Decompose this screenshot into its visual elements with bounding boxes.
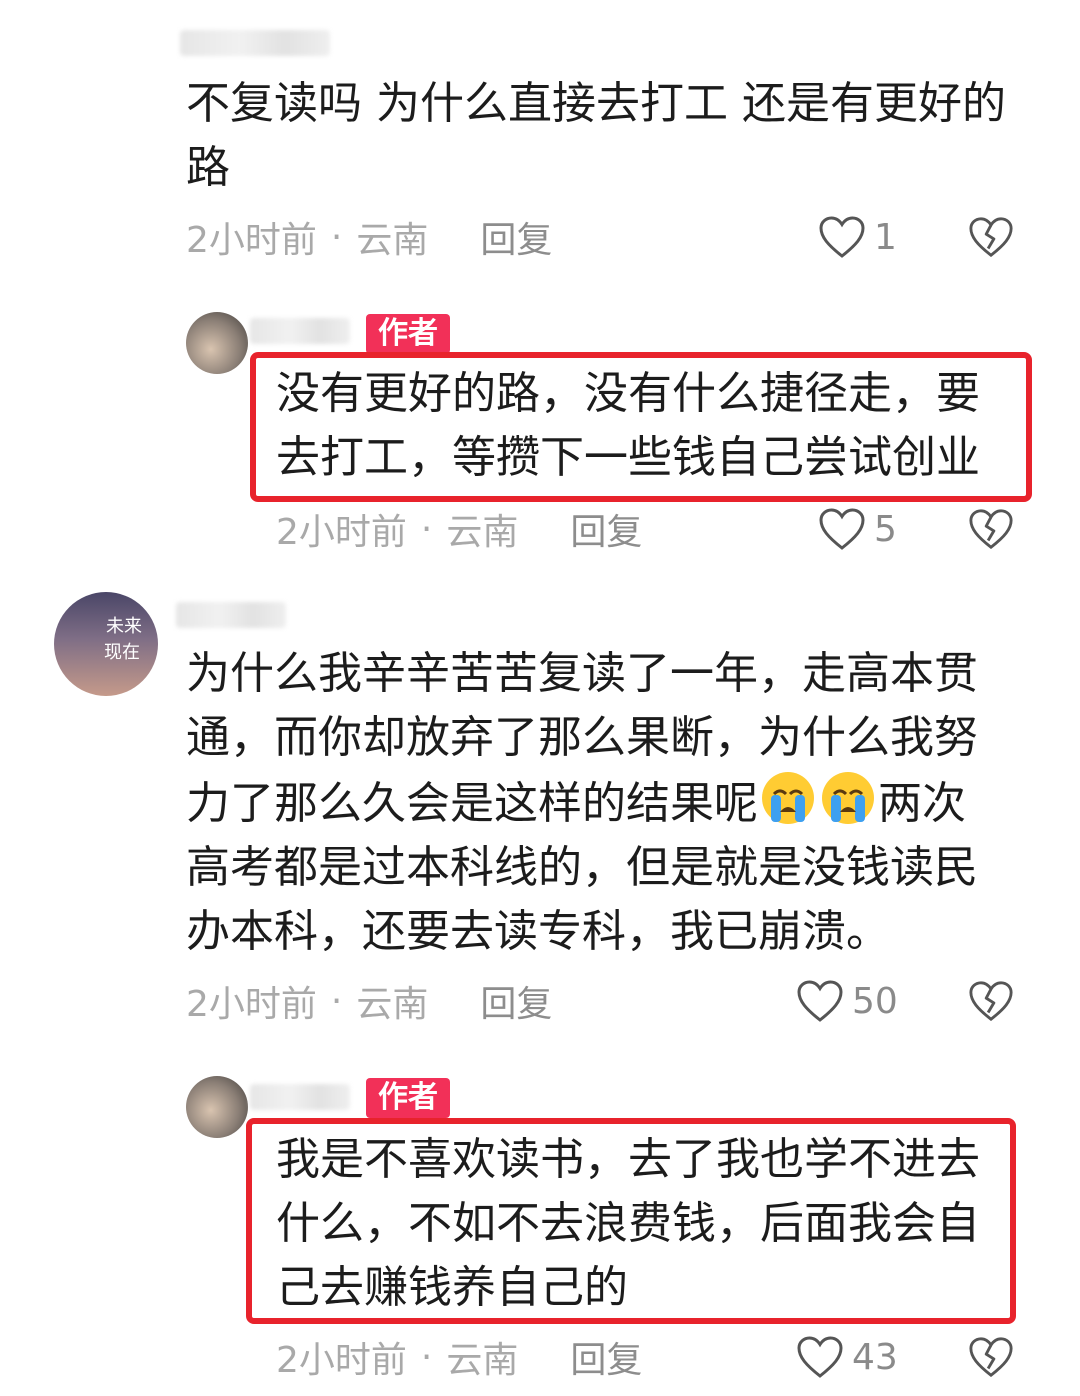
comment-meta: 2小时前 · 云南 回复 (276, 1332, 642, 1382)
heart-icon (819, 508, 865, 550)
avatar[interactable] (186, 312, 248, 374)
reply-button[interactable]: 回复 (570, 503, 642, 555)
like-button[interactable]: 43 (796, 1332, 898, 1382)
broken-heart-icon[interactable] (968, 214, 1014, 260)
username-blurred[interactable] (176, 602, 286, 628)
comment-location: 云南 (356, 984, 429, 1025)
author-badge: 作者 (366, 314, 450, 354)
heart-icon (819, 216, 865, 258)
username-blurred[interactable] (250, 318, 350, 344)
comment-text: 我是不喜欢读书，去了我也学不进去什么，不如不去浪费钱，后面我会自己去赚钱养自己的 (276, 1134, 980, 1313)
username-blurred[interactable] (250, 1084, 350, 1110)
meta-separator: · (330, 980, 343, 1022)
crying-face-icon (762, 772, 814, 824)
comment-location: 云南 (446, 512, 519, 553)
like-count: 50 (852, 980, 898, 1022)
like-count: 43 (852, 1336, 898, 1378)
comment-meta: 2小时前 · 云南 回复 (186, 212, 552, 262)
reply-button[interactable]: 回复 (480, 975, 552, 1027)
like-count: 1 (874, 216, 897, 258)
like-count: 5 (874, 508, 897, 550)
comment-time: 2小时前 (186, 220, 317, 261)
broken-heart-icon[interactable] (968, 506, 1014, 552)
avatar-text: 现在 (104, 642, 140, 663)
comment-location: 云南 (446, 1340, 519, 1381)
broken-heart-icon[interactable] (968, 978, 1014, 1024)
comment-time: 2小时前 (276, 512, 407, 553)
meta-separator: · (420, 1336, 433, 1378)
like-button[interactable]: 50 (796, 976, 898, 1026)
comment-text: 为什么我辛辛苦苦复读了一年，走高本贯通，而你却放弃了那么果断，为什么我努力了那么… (186, 642, 998, 964)
broken-heart-icon[interactable] (968, 1334, 1014, 1380)
comment-text: 没有更好的路，没有什么捷径走，要去打工，等攒下一些钱自己尝试创业 (276, 368, 980, 483)
avatar-text: 未来 (106, 616, 142, 637)
reply-button[interactable]: 回复 (570, 1331, 642, 1383)
meta-separator: · (330, 216, 343, 258)
username-blurred[interactable] (180, 30, 330, 56)
meta-separator: · (420, 508, 433, 550)
avatar[interactable] (186, 1076, 248, 1138)
comment-meta: 2小时前 · 云南 回复 (276, 504, 642, 554)
author-badge: 作者 (366, 1078, 450, 1118)
heart-icon (797, 1336, 843, 1378)
like-button[interactable]: 1 (818, 212, 897, 262)
crying-face-icon (822, 772, 874, 824)
comment-location: 云南 (356, 220, 429, 261)
comment-time: 2小时前 (186, 984, 317, 1025)
like-button[interactable]: 5 (818, 504, 897, 554)
comment-meta: 2小时前 · 云南 回复 (186, 976, 552, 1026)
comment-time: 2小时前 (276, 1340, 407, 1381)
comment-text: 不复读吗 为什么直接去打工 还是有更好的路 (186, 78, 1006, 193)
avatar[interactable]: 未来 现在 (54, 592, 158, 696)
reply-button[interactable]: 回复 (480, 211, 552, 263)
heart-icon (797, 980, 843, 1022)
